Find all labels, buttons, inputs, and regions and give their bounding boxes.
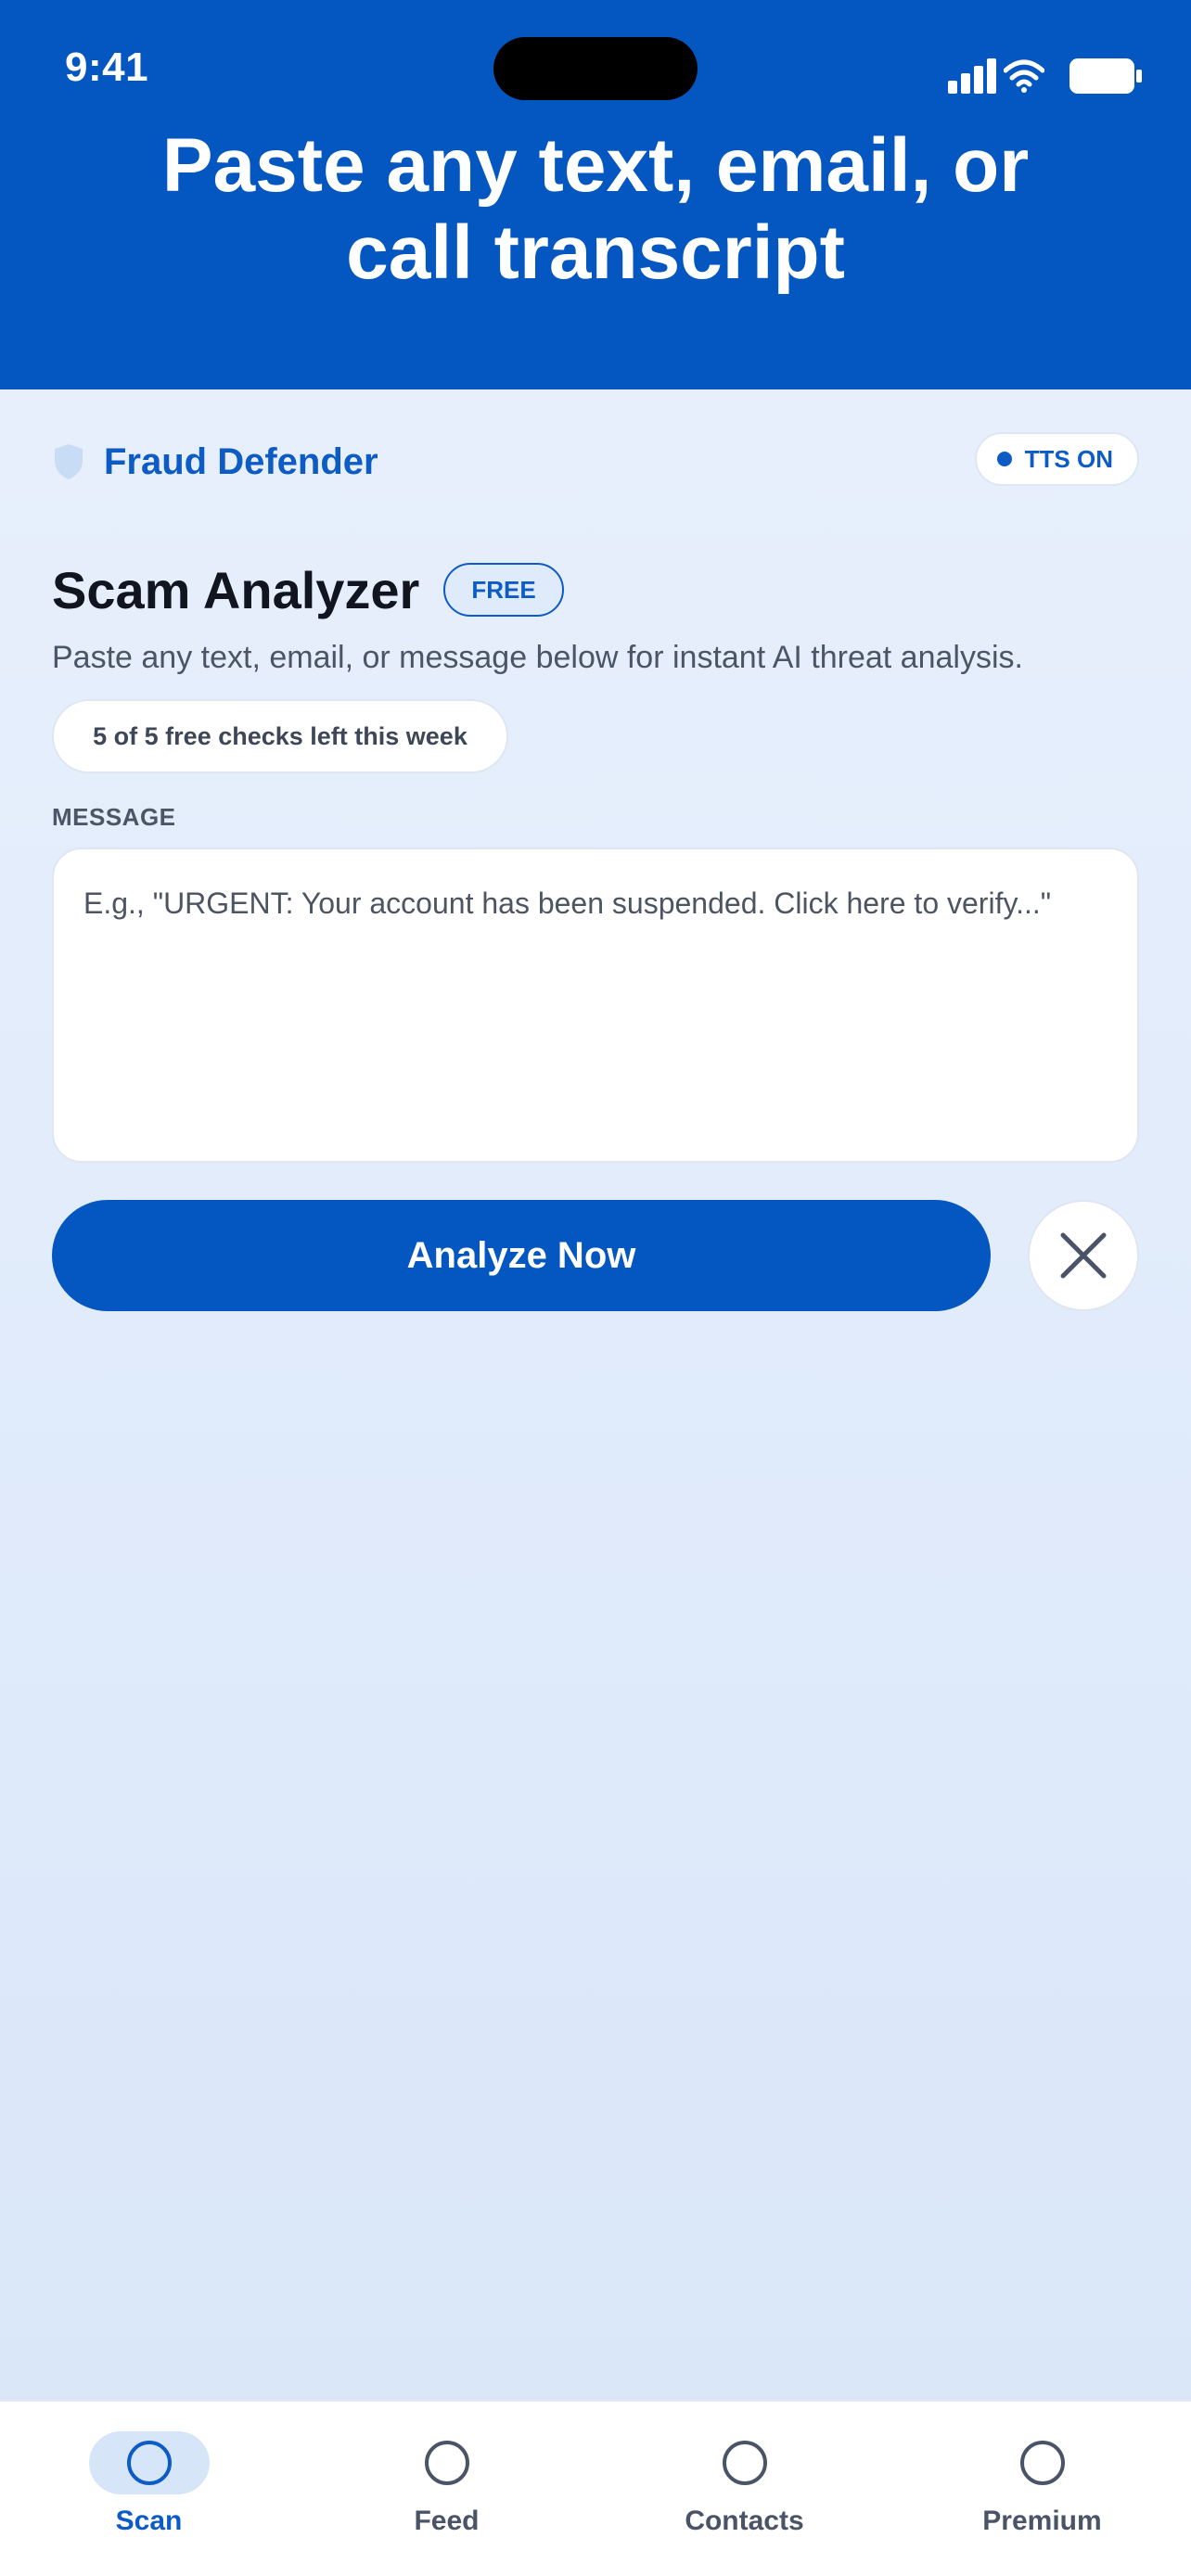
analyzer-heading: Scam Analyzer FREE: [52, 556, 564, 623]
feed-icon: [424, 2441, 469, 2485]
tts-toggle[interactable]: TTS ON: [974, 432, 1139, 486]
page-title: Paste any text, email, or call transcrip…: [161, 123, 1030, 295]
nav-icon-premium-wrap: [982, 2431, 1103, 2494]
bottom-nav: Scan Feed Contacts Premium: [0, 2400, 1191, 2576]
free-checks-counter: 5 of 5 free checks left this week: [52, 699, 508, 773]
free-badge: FREE: [443, 563, 564, 617]
shield-icon: [55, 444, 83, 479]
nav-item-scan[interactable]: Scan: [0, 2402, 298, 2576]
nav-item-feed[interactable]: Feed: [298, 2402, 596, 2576]
header: 9:41 Paste any text, email, or call tran…: [0, 0, 1191, 389]
contacts-icon: [722, 2441, 767, 2485]
nav-item-premium[interactable]: Premium: [893, 2402, 1191, 2576]
tts-status-dot: [996, 452, 1012, 466]
analyzer-subtitle: Paste any text, email, or message below …: [52, 640, 1023, 675]
clear-button[interactable]: [1028, 1200, 1139, 1311]
nav-label-feed: Feed: [414, 2506, 480, 2536]
nav-label-contacts: Contacts: [685, 2506, 804, 2536]
close-icon: [1060, 1232, 1107, 1279]
signal-icon: [948, 58, 996, 94]
message-input[interactable]: [52, 848, 1139, 1163]
wifi-icon: [1004, 59, 1044, 93]
nav-item-contacts[interactable]: Contacts: [596, 2402, 893, 2576]
brand-name: Fraud Defender: [104, 440, 378, 482]
premium-icon: [1019, 2441, 1065, 2485]
nav-label-premium: Premium: [982, 2506, 1102, 2536]
nav-icon-feed-wrap: [387, 2431, 507, 2494]
dynamic-island: [493, 37, 698, 100]
analyzer-title: Scam Analyzer: [52, 560, 420, 619]
battery-icon: [1069, 58, 1142, 94]
status-time: 9:41: [65, 45, 149, 90]
analyze-now-button[interactable]: Analyze Now: [52, 1200, 991, 1311]
tts-label: TTS ON: [1024, 444, 1113, 473]
status-icons: [948, 56, 1143, 96]
message-label: MESSAGE: [52, 803, 176, 831]
scan-icon: [126, 2441, 172, 2485]
nav-label-scan: Scan: [115, 2506, 183, 2536]
brand: Fraud Defender: [52, 434, 378, 490]
nav-icon-contacts-wrap: [685, 2431, 805, 2494]
nav-icon-scan-wrap: [88, 2431, 210, 2494]
